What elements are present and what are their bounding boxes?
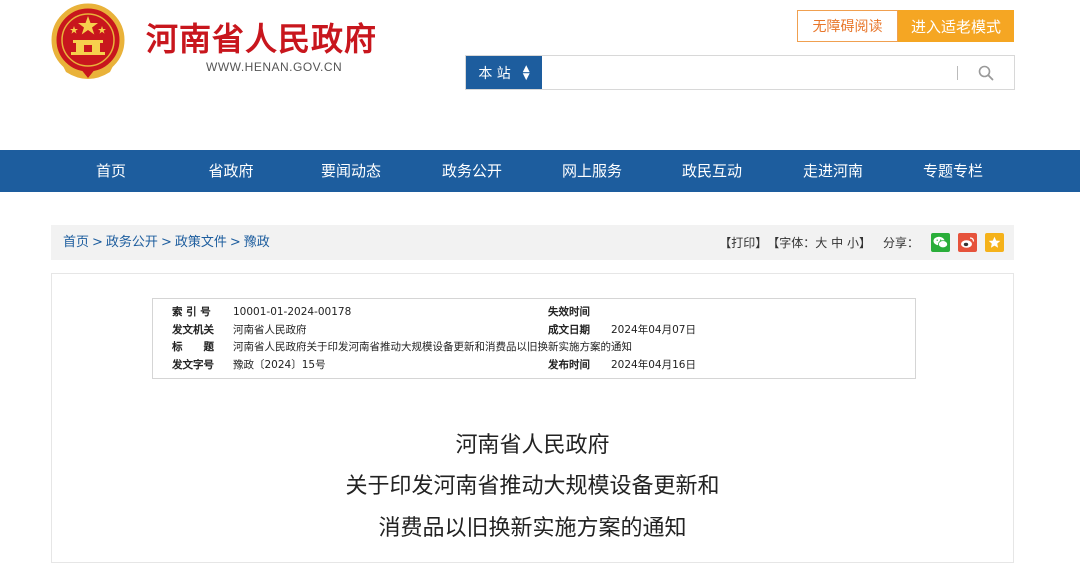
written-date-value: 2024年04月07日 — [611, 323, 696, 336]
elder-mode-button[interactable]: 进入适老模式 — [898, 10, 1014, 42]
metadata-row: 发文字号 豫政〔2024〕15号 发布时间 2024年04月16日 — [153, 357, 915, 375]
breadcrumb-yuzheng[interactable]: 豫政 — [244, 235, 270, 250]
document-title-line: 关于印发河南省推动大规模设备更新和 — [345, 474, 720, 499]
breadcrumb: 首页 > 政务公开 > 政策文件 > 豫政 — [63, 225, 270, 260]
wechat-icon — [933, 236, 948, 249]
nav-item-interaction[interactable]: 政民互动 — [671, 150, 753, 192]
sort-caret-icon: ▲ ▼ — [522, 63, 530, 82]
breadcrumb-bar: 首页 > 政务公开 > 政策文件 > 豫政 【打印】 【字体： 大 中 小 】 分享： — [51, 225, 1014, 260]
top-buttons: 无障碍阅读 进入适老模式 — [797, 10, 1014, 42]
site-url: WWW.HENAN.GOV.CN — [206, 60, 343, 74]
nav-item-news[interactable]: 要闻动态 — [310, 150, 392, 192]
title-label: 标 题 — [172, 341, 214, 353]
font-size-suffix: 】 — [858, 236, 871, 250]
breadcrumb-policy-docs[interactable]: 政策文件 — [175, 235, 227, 250]
font-small-button[interactable]: 小 — [847, 234, 859, 251]
document-title-line: 消费品以旧换新实施方案的通知 — [378, 516, 687, 541]
index-value: 10001-01-2024-00178 — [233, 306, 352, 318]
search-button[interactable] — [958, 56, 1014, 89]
breadcrumb-separator: > — [92, 235, 103, 250]
metadata-row: 标 题 河南省人民政府关于印发河南省推动大规模设备更新和消费品以旧换新实施方案的… — [153, 339, 915, 357]
breadcrumb-open-affairs[interactable]: 政务公开 — [106, 235, 158, 250]
nav-item-about-henan[interactable]: 走进河南 — [792, 150, 874, 192]
font-medium-button[interactable]: 中 — [831, 234, 843, 251]
issuer-label: 发文机关 — [172, 323, 214, 336]
search-icon — [978, 65, 994, 80]
document-panel: 索 引 号 10001-01-2024-00178 失效时间 发文机关 河南省人… — [51, 273, 1014, 563]
site-title[interactable]: 河南省人民政府 — [146, 14, 377, 60]
breadcrumb-separator: > — [229, 235, 241, 250]
accessibility-button[interactable]: 无障碍阅读 — [797, 10, 898, 42]
written-date-label: 成文日期 — [548, 323, 590, 336]
national-emblem-icon[interactable] — [50, 2, 126, 80]
document-title-line: 河南省人民政府 — [455, 433, 610, 458]
star-icon — [988, 236, 1001, 248]
breadcrumb-separator: > — [160, 235, 172, 250]
breadcrumb-home[interactable]: 首页 — [63, 235, 89, 250]
font-large-button[interactable]: 大 — [815, 234, 827, 251]
title-value: 河南省人民政府关于印发河南省推动大规模设备更新和消费品以旧换新实施方案的通知 — [233, 341, 632, 353]
doc-number-label: 发文字号 — [172, 358, 214, 371]
search-input[interactable] — [542, 56, 957, 89]
site-header: 河南省人民政府 WWW.HENAN.GOV.CN 无障碍阅读 进入适老模式 本 … — [0, 0, 1080, 150]
publish-date-value: 2024年04月16日 — [611, 358, 696, 371]
font-size-prefix: 【字体： — [767, 236, 816, 250]
weibo-icon — [961, 237, 975, 248]
favorite-share-button[interactable] — [985, 233, 1004, 252]
nav-item-online-service[interactable]: 网上服务 — [551, 150, 633, 192]
expire-label: 失效时间 — [548, 306, 590, 318]
nav-item-home[interactable]: 首页 — [70, 150, 152, 192]
metadata-row: 发文机关 河南省人民政府 成文日期 2024年04月07日 — [153, 322, 915, 340]
index-label: 索 引 号 — [172, 306, 211, 318]
document-metadata-table: 索 引 号 10001-01-2024-00178 失效时间 发文机关 河南省人… — [152, 298, 916, 379]
search-bar: 本 站 ▲ ▼ — [465, 55, 1015, 90]
search-scope-label: 本 站 — [478, 65, 511, 82]
weibo-share-button[interactable] — [958, 233, 977, 252]
nav-item-special-topics[interactable]: 专题专栏 — [912, 150, 994, 192]
nav-item-open-affairs[interactable]: 政务公开 — [431, 150, 513, 192]
search-scope-select[interactable]: 本 站 ▲ ▼ — [466, 56, 542, 89]
metadata-row: 索 引 号 10001-01-2024-00178 失效时间 — [153, 304, 915, 322]
wechat-share-button[interactable] — [931, 233, 950, 252]
share-label: 分享： — [882, 236, 919, 250]
main-nav: 首页 省政府 要闻动态 政务公开 网上服务 政民互动 走进河南 专题专栏 — [0, 150, 1080, 192]
nav-item-government[interactable]: 省政府 — [190, 150, 272, 192]
print-button[interactable]: 【打印】 — [719, 234, 767, 251]
page-tools: 【打印】 【字体： 大 中 小 】 分享： — [719, 225, 1004, 260]
doc-number-value: 豫政〔2024〕15号 — [233, 358, 326, 371]
issuer-value: 河南省人民政府 — [233, 323, 307, 336]
publish-date-label: 发布时间 — [548, 358, 590, 371]
